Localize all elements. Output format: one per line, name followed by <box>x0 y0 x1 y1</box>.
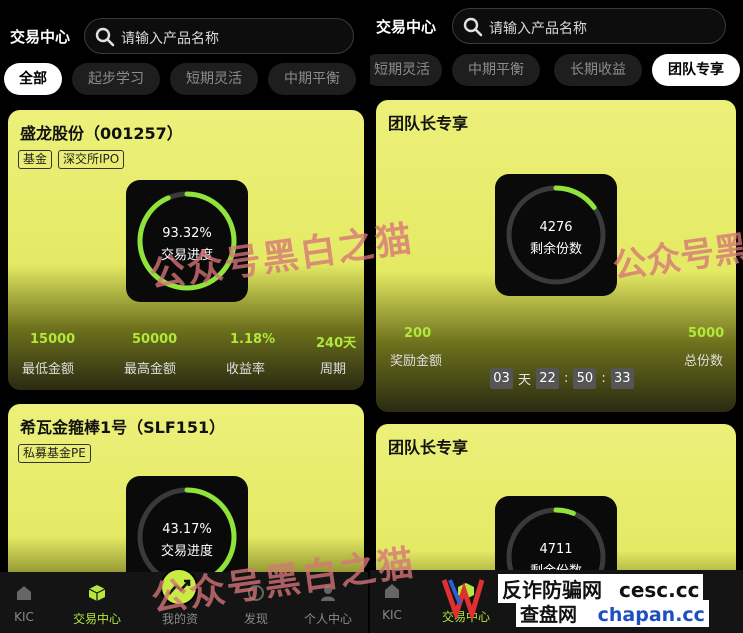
tab-long-term[interactable]: 长期收益 <box>554 54 642 86</box>
progress-ring-graphic <box>137 191 237 291</box>
chart-icon <box>537 583 551 598</box>
nav-k-zone[interactable]: K盘专区 <box>512 570 576 631</box>
nav-label: 个人中心 <box>303 612 352 626</box>
max-amount-value: 50000 <box>132 332 178 347</box>
tab-team-exclusive[interactable]: 团队专享 <box>652 54 740 86</box>
progress-value: 43.17% <box>162 522 212 537</box>
nav-kic[interactable]: KIC <box>0 572 48 633</box>
search-input[interactable]: 请输入产品名称 <box>84 18 354 54</box>
search-placeholder: 请输入产品名称 <box>121 31 219 47</box>
tab-mid-term[interactable]: 中期平衡 <box>452 54 540 86</box>
nav-trading-center[interactable]: 交易中心 <box>434 570 498 631</box>
remaining-ring: 4276 剩余份数 <box>495 174 617 296</box>
nav-kic[interactable]: KIC <box>370 570 414 631</box>
product-title: 团队长专享 <box>388 438 469 457</box>
remaining-label: 剩余份数 <box>529 242 582 257</box>
yield-label: 收益率 <box>226 362 266 377</box>
tab-all[interactable]: 全部 <box>4 63 62 95</box>
total-shares-value: 5000 <box>688 326 725 341</box>
page-title: 交易中心 <box>10 28 71 46</box>
product-title: 希瓦金箍棒1号（SLF151） <box>20 418 226 437</box>
box-icon <box>88 585 106 601</box>
search-icon <box>463 17 483 37</box>
page-title: 交易中心 <box>376 18 437 36</box>
search-placeholder: 请输入产品名称 <box>489 21 587 37</box>
left-screen: 交易中心 请输入产品名称 全部 起步学习 短期灵活 中期平衡 盛龙股份（0012… <box>0 0 368 633</box>
nav-label: 交易中心 <box>72 612 121 626</box>
tab-mid-term[interactable]: 中期平衡 <box>268 63 356 95</box>
tab-short-term[interactable]: 短期灵活 <box>170 63 258 95</box>
nav-label: K盘专区 <box>522 610 566 624</box>
progress-label: 交易进度 <box>160 248 213 263</box>
product-title: 团队长专享 <box>388 114 469 133</box>
tag-list: 基金 深交所IPO <box>18 150 125 169</box>
user-icon <box>321 586 335 601</box>
progress-value: 93.32% <box>162 226 212 241</box>
nav-label: KIC <box>382 608 402 622</box>
trend-up-icon <box>168 579 191 595</box>
home-icon <box>17 586 31 600</box>
total-shares-label: 总份数 <box>684 354 724 369</box>
progress-label: 交易进度 <box>160 544 213 559</box>
yield-value: 1.18% <box>230 332 276 347</box>
trend-button[interactable] <box>160 568 198 606</box>
tag: 深交所IPO <box>58 150 125 169</box>
countdown-separator: : <box>601 371 606 386</box>
search-icon <box>95 27 115 47</box>
header: 交易中心 请输入产品名称 <box>370 4 743 46</box>
countdown-timer: 03 天 22 : 50 : 33 <box>490 368 634 389</box>
tag: 私募基金PE <box>18 444 91 463</box>
reward-amount-value: 200 <box>404 326 432 341</box>
nav-label: 交易中心 <box>441 610 490 624</box>
product-title: 盛龙股份（001257） <box>20 124 183 143</box>
nav-my-assets[interactable]: 我的资 <box>152 568 208 633</box>
nav-discover[interactable]: 发现 <box>232 572 280 633</box>
tab-short-term[interactable]: 短期灵活 <box>370 54 442 86</box>
min-amount-label: 最低金额 <box>22 362 75 377</box>
compass-icon <box>248 585 264 601</box>
nav-profile[interactable]: 个人中心 <box>296 572 360 633</box>
progress-ring: 93.32% 交易进度 <box>126 180 248 302</box>
countdown-days: 03 <box>490 368 513 389</box>
countdown-separator: : <box>564 371 569 386</box>
search-input[interactable]: 请输入产品名称 <box>452 8 726 44</box>
category-tabs: 全部 起步学习 短期灵活 中期平衡 <box>0 63 368 97</box>
header: 交易中心 请输入产品名称 <box>0 14 368 56</box>
team-product-card[interactable]: 团队长专享 4276 剩余份数 200 奖励金额 5000 总份数 03 天 2… <box>376 100 736 412</box>
home-icon <box>385 584 399 598</box>
countdown-hours: 22 <box>536 368 560 389</box>
nav-label: KIC <box>14 610 34 624</box>
nav-label: 我的资 <box>161 612 198 626</box>
remaining-value: 4711 <box>539 542 573 557</box>
countdown-seconds: 33 <box>610 368 634 389</box>
period-value: 240天 <box>316 336 357 351</box>
tag-list: 私募基金PE <box>18 444 91 463</box>
box-icon <box>458 583 474 599</box>
reward-amount-label: 奖励金额 <box>390 354 443 369</box>
product-card[interactable]: 盛龙股份（001257） 基金 深交所IPO 93.32% 交易进度 15000… <box>8 110 364 390</box>
bottom-nav: KIC 交易中心 我的资 发现 个人中心 <box>0 568 368 633</box>
category-tabs: 短期灵活 中期平衡 长期收益 团队专享 <box>370 54 743 88</box>
tag: 基金 <box>18 150 53 169</box>
remaining-ring-graphic <box>506 185 606 285</box>
period-label: 周期 <box>320 362 347 377</box>
max-amount-label: 最高金额 <box>124 362 177 377</box>
countdown-minutes: 50 <box>573 368 597 389</box>
min-amount-value: 15000 <box>30 332 76 347</box>
countdown-day-unit: 天 <box>518 373 532 388</box>
right-screen: 交易中心 请输入产品名称 短期灵活 中期平衡 长期收益 团队专享 团队长专享 4… <box>370 0 743 633</box>
nav-trading-center[interactable]: 交易中心 <box>62 572 132 633</box>
nav-label: 发现 <box>243 612 268 626</box>
bottom-nav: KIC 交易中心 K盘专区 <box>370 570 743 633</box>
remaining-value: 4276 <box>539 220 573 235</box>
tab-beginner[interactable]: 起步学习 <box>72 63 160 95</box>
